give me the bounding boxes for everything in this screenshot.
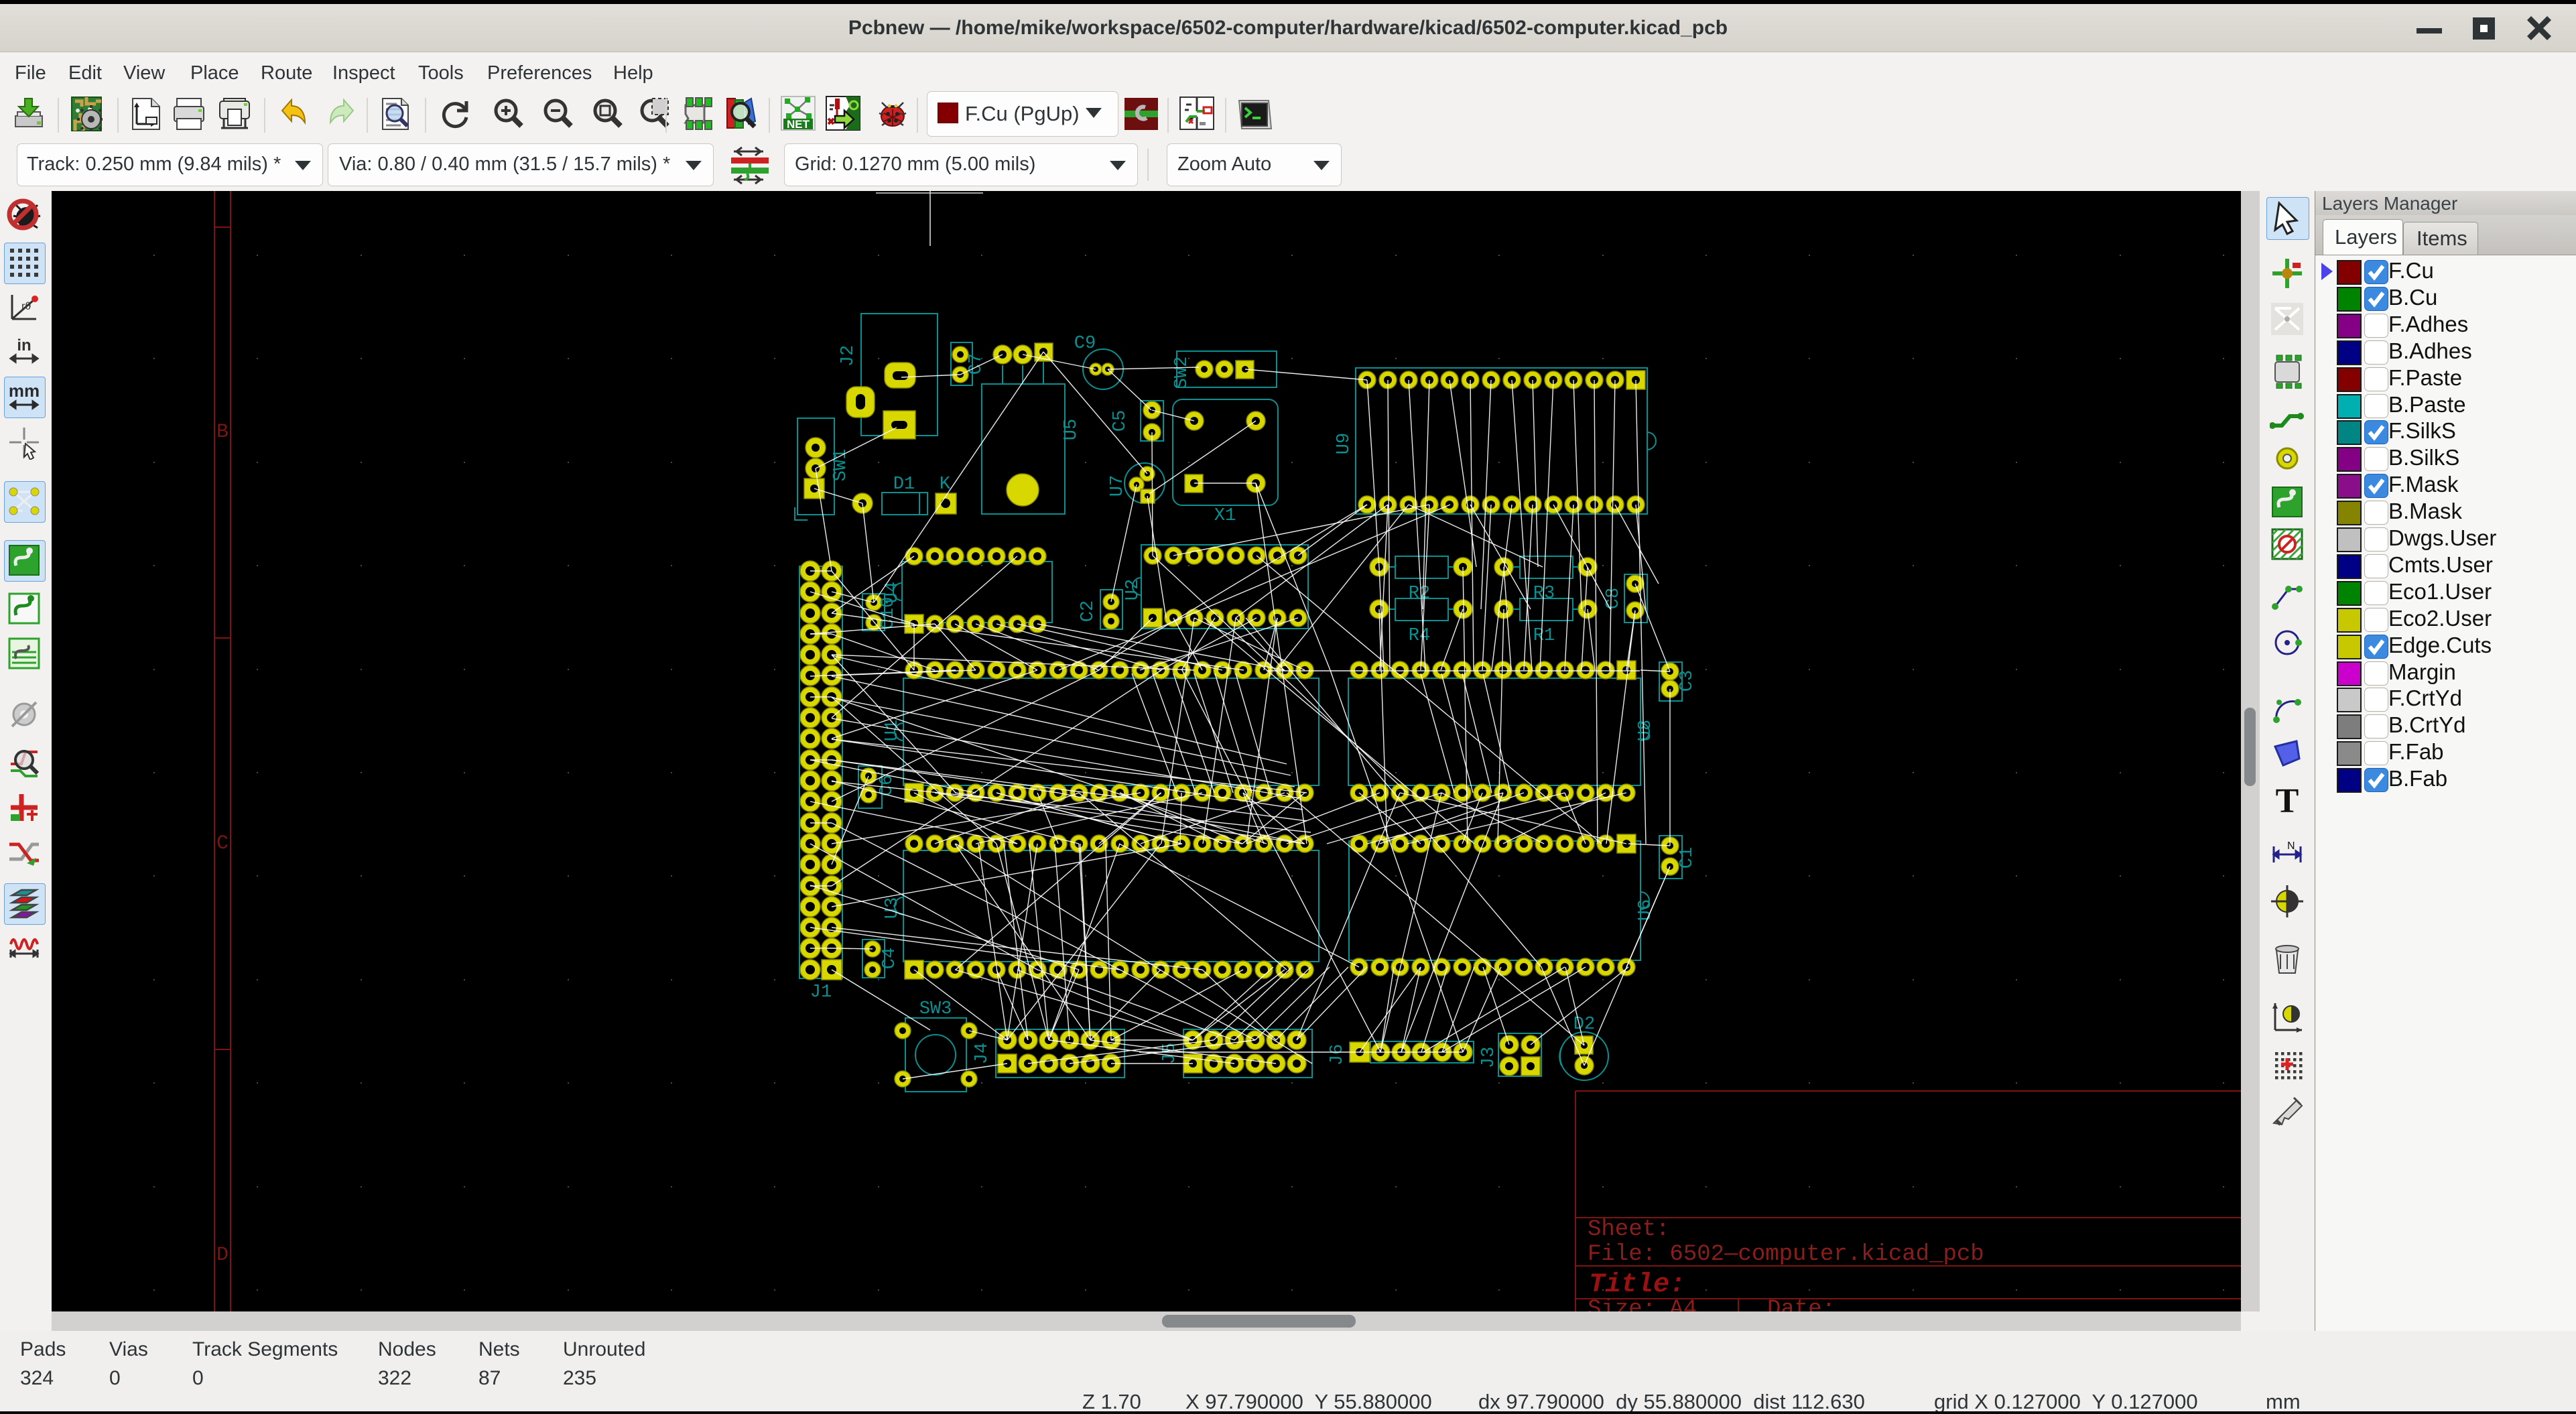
svg-text:C2: C2 (1078, 600, 1098, 622)
svg-text:U5: U5 (1061, 419, 1082, 440)
svg-text:U6: U6 (1636, 899, 1656, 921)
svg-text:J2: J2 (838, 345, 858, 367)
svg-text:C9: C9 (1074, 334, 1096, 354)
svg-text:D2: D2 (1573, 1015, 1595, 1035)
svg-text:C3: C3 (1677, 670, 1697, 692)
svg-text:J4: J4 (972, 1043, 992, 1064)
svg-text:R1: R1 (1533, 626, 1555, 646)
svg-text:NET: NET (787, 118, 810, 131)
svg-text:U2: U2 (1123, 579, 1143, 600)
svg-text:rθ: rθ (21, 301, 31, 312)
svg-text:X1: X1 (1214, 506, 1236, 526)
svg-text:File: 6502—computer.kicad_pcb: File: 6502—computer.kicad_pcb (1588, 1242, 1984, 1267)
svg-text:U7: U7 (1108, 475, 1128, 497)
svg-text:B: B (216, 421, 229, 444)
svg-text:SW1: SW1 (831, 449, 851, 482)
svg-text:U3: U3 (883, 897, 903, 919)
svg-text:Title:: Title: (1589, 1270, 1685, 1300)
svg-text:Date:: Date: (1767, 1297, 1836, 1311)
svg-text:SW3: SW3 (919, 999, 952, 1019)
svg-text:T: T (2276, 783, 2299, 818)
svg-text:C10: C10 (879, 597, 899, 630)
svg-text:Size: A4: Size: A4 (1588, 1297, 1697, 1311)
svg-text:Sheet:: Sheet: (1588, 1217, 1669, 1242)
svg-text:C8: C8 (1604, 588, 1624, 609)
svg-text:R4: R4 (1409, 626, 1430, 646)
svg-text:J3: J3 (1479, 1047, 1499, 1068)
svg-text:D1: D1 (893, 474, 915, 495)
svg-text:C5: C5 (1110, 410, 1131, 432)
svg-text:C4: C4 (880, 948, 900, 969)
svg-text:C1: C1 (1677, 847, 1697, 869)
svg-text:J6: J6 (1328, 1044, 1348, 1066)
svg-text:U8: U8 (1636, 720, 1656, 741)
svg-text:U9: U9 (1334, 433, 1354, 454)
svg-text:N: N (2287, 840, 2295, 852)
svg-text:in: in (17, 336, 31, 355)
svg-text:SW2: SW2 (1172, 357, 1192, 389)
svg-text:R2: R2 (1409, 584, 1430, 604)
svg-text:D: D (216, 1244, 229, 1267)
svg-text:C: C (216, 832, 229, 855)
svg-text:mm: mm (9, 381, 40, 401)
svg-text:J1: J1 (810, 982, 832, 1003)
